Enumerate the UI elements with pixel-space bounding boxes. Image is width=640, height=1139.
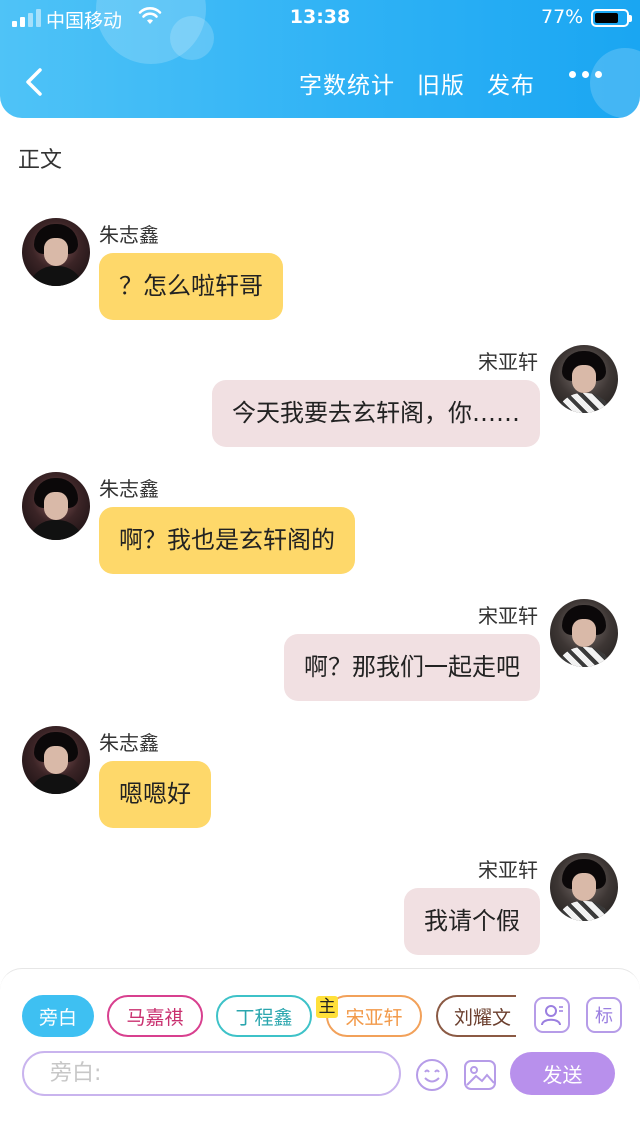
publish-button[interactable]: 发布: [487, 66, 535, 100]
message-bubble[interactable]: 今天我要去玄轩阁，你……: [212, 380, 540, 447]
tag-button[interactable]: 标: [586, 997, 622, 1033]
emoji-icon[interactable]: [414, 1057, 450, 1093]
sender-name: 朱志鑫: [99, 477, 159, 501]
role-chip-ma-jiaqi[interactable]: 马嘉祺: [107, 995, 203, 1037]
role-chip-ding-chengxin[interactable]: 丁程鑫: [216, 995, 312, 1037]
battery-icon: [591, 9, 632, 27]
old-version-button[interactable]: 旧版: [417, 66, 465, 100]
more-dots-icon[interactable]: [569, 71, 602, 78]
role-chip-liu-yaowen[interactable]: 刘耀文: [436, 995, 516, 1037]
role-chip-song-yaxuan[interactable]: 宋亚轩: [326, 995, 422, 1037]
main-role-badge: 主: [316, 996, 338, 1018]
message-input[interactable]: 旁白:: [22, 1051, 401, 1096]
sender-name: 朱志鑫: [99, 731, 159, 755]
image-icon[interactable]: [462, 1057, 498, 1093]
role-chip-narrator[interactable]: 旁白: [22, 995, 94, 1037]
sender-name: 朱志鑫: [99, 223, 159, 247]
send-button[interactable]: 发送: [510, 1052, 615, 1095]
message-bubble[interactable]: 啊？那我们一起走吧: [284, 634, 540, 701]
message-bubble[interactable]: 我请个假: [404, 888, 540, 955]
top-header: 中国移动 13:38 77% 字数统计 旧版 发布: [0, 0, 640, 118]
back-chevron-icon[interactable]: [16, 62, 52, 102]
header-actions: 字数统计 旧版 发布: [299, 66, 535, 100]
avatar[interactable]: [22, 472, 90, 540]
section-title: 正文: [18, 148, 63, 173]
sender-name: 宋亚轩: [478, 604, 538, 628]
person-add-icon[interactable]: [534, 997, 570, 1033]
sender-name: 宋亚轩: [478, 350, 538, 374]
message-bubble[interactable]: ？怎么啦轩哥: [99, 253, 283, 320]
message-bubble[interactable]: 啊？我也是玄轩阁的: [99, 507, 355, 574]
battery-percent: 77%: [541, 6, 584, 28]
avatar[interactable]: [550, 853, 618, 921]
sender-name: 宋亚轩: [478, 858, 538, 882]
avatar[interactable]: [22, 726, 90, 794]
word-count-button[interactable]: 字数统计: [299, 66, 395, 100]
status-bar: 中国移动 13:38 77%: [0, 0, 640, 36]
avatar[interactable]: [550, 345, 618, 413]
avatar[interactable]: [22, 218, 90, 286]
decor-bubble: [590, 48, 640, 118]
avatar[interactable]: [550, 599, 618, 667]
message-bubble[interactable]: 嗯嗯好: [99, 761, 211, 828]
